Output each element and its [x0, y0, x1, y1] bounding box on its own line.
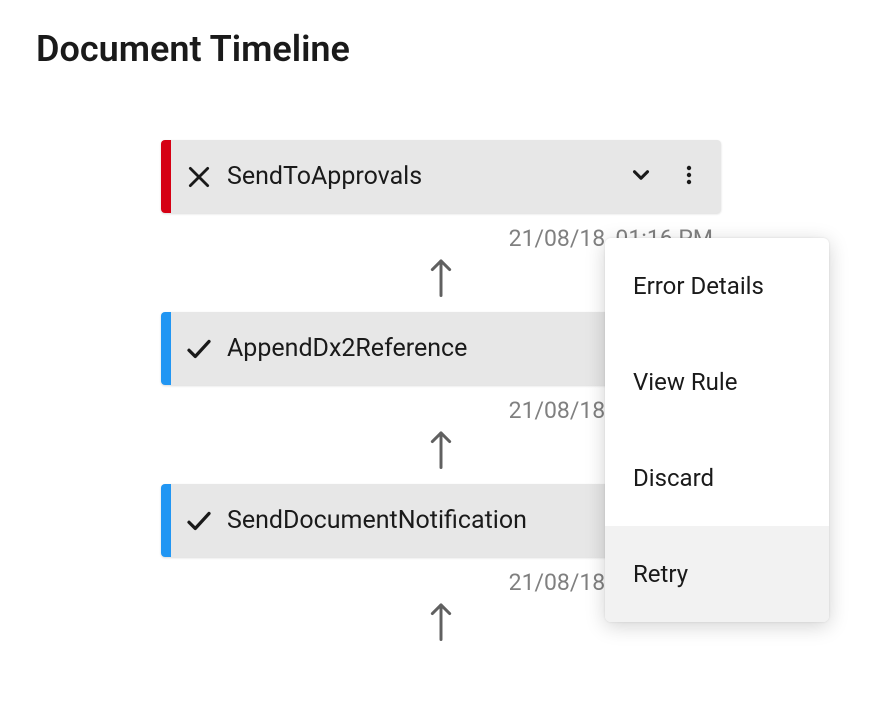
arrow-up-icon — [426, 428, 456, 474]
status-bar-error — [161, 140, 171, 213]
check-icon — [171, 334, 227, 364]
context-menu: Error Details View Rule Discard Retry — [605, 238, 829, 622]
more-button[interactable] — [665, 153, 713, 201]
card-title: SendToApprovals — [227, 162, 617, 191]
card-title: SendDocumentNotification — [227, 506, 617, 535]
expand-button[interactable] — [617, 153, 665, 201]
timeline-card-sendtoapprovals[interactable]: SendToApprovals — [161, 140, 721, 213]
close-icon — [171, 164, 227, 190]
status-bar-success — [161, 484, 171, 557]
check-icon — [171, 506, 227, 536]
menu-item-discard[interactable]: Discard — [605, 430, 829, 526]
chevron-down-icon — [628, 162, 654, 192]
menu-item-retry[interactable]: Retry — [605, 526, 829, 622]
card-title: AppendDx2Reference — [227, 334, 617, 363]
more-vertical-icon — [677, 163, 701, 191]
menu-item-view-rule[interactable]: View Rule — [605, 334, 829, 430]
arrow-up-icon — [426, 256, 456, 302]
arrow-up-icon — [426, 600, 456, 646]
status-bar-success — [161, 312, 171, 385]
menu-item-error-details[interactable]: Error Details — [605, 238, 829, 334]
page-title: Document Timeline — [0, 0, 882, 70]
